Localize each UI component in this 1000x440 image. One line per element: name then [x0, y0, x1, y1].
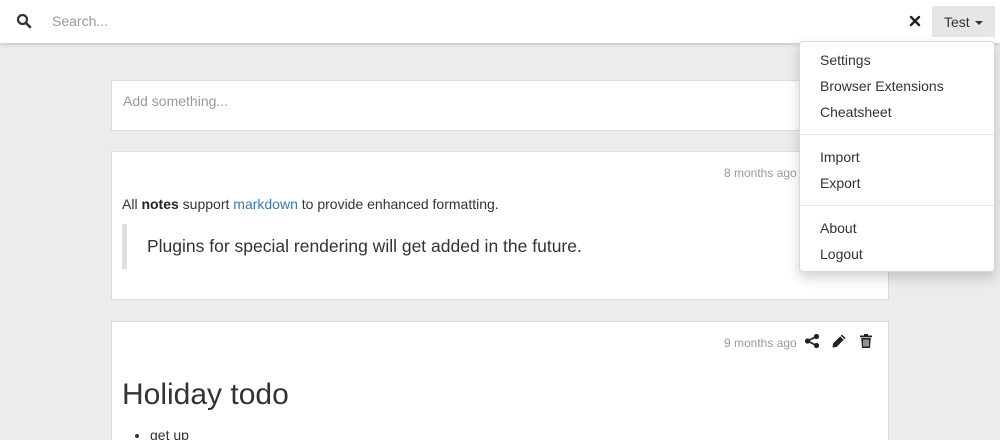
menu-divider	[801, 205, 994, 206]
user-dropdown-menu: Settings Browser Extensions Cheatsheet I…	[799, 41, 995, 272]
add-note-input[interactable]	[112, 81, 888, 130]
text-fragment: All	[122, 196, 142, 212]
blockquote-text: Plugins for special rendering will get a…	[147, 236, 582, 256]
menu-item-logout[interactable]: Logout	[820, 246, 863, 262]
menu-item-about[interactable]: About	[820, 220, 857, 236]
add-note-card	[111, 80, 889, 131]
menu-item-cheatsheet[interactable]: Cheatsheet	[820, 104, 892, 120]
blockquote: Plugins for special rendering will get a…	[122, 224, 882, 269]
user-menu-label: Test	[944, 13, 970, 30]
search-icon[interactable]	[16, 13, 32, 29]
caret-down-icon	[974, 20, 983, 25]
bold-text: notes	[141, 196, 179, 212]
note-card: 9 months ago Holiday todo get up	[111, 321, 889, 440]
note-timestamp: 9 months ago	[724, 336, 797, 350]
note-heading: Holiday todo	[122, 378, 289, 411]
note-card: 8 months ago All notes support markdown …	[111, 151, 889, 300]
markdown-link[interactable]: markdown	[233, 196, 298, 212]
todo-list: get up	[150, 427, 189, 440]
text-fragment: support	[178, 196, 234, 212]
note-timestamp: 8 months ago	[724, 166, 797, 180]
search-input[interactable]	[42, 6, 892, 36]
note-paragraph: All notes support markdown to provide en…	[122, 196, 499, 212]
menu-divider	[801, 134, 994, 135]
share-icon[interactable]	[804, 333, 820, 349]
menu-item-import[interactable]: Import	[820, 149, 860, 165]
text-fragment: to provide enhanced formatting.	[297, 196, 499, 212]
menu-item-export[interactable]: Export	[820, 175, 860, 191]
menu-item-browser-extensions[interactable]: Browser Extensions	[820, 78, 944, 94]
close-icon[interactable]	[906, 12, 924, 30]
menu-item-settings[interactable]: Settings	[820, 52, 871, 68]
pencil-icon[interactable]	[831, 333, 847, 349]
user-menu-button[interactable]: Test	[932, 6, 995, 37]
list-item: get up	[150, 427, 189, 440]
top-bar: Test	[0, 0, 1000, 43]
trash-icon[interactable]	[858, 333, 874, 349]
